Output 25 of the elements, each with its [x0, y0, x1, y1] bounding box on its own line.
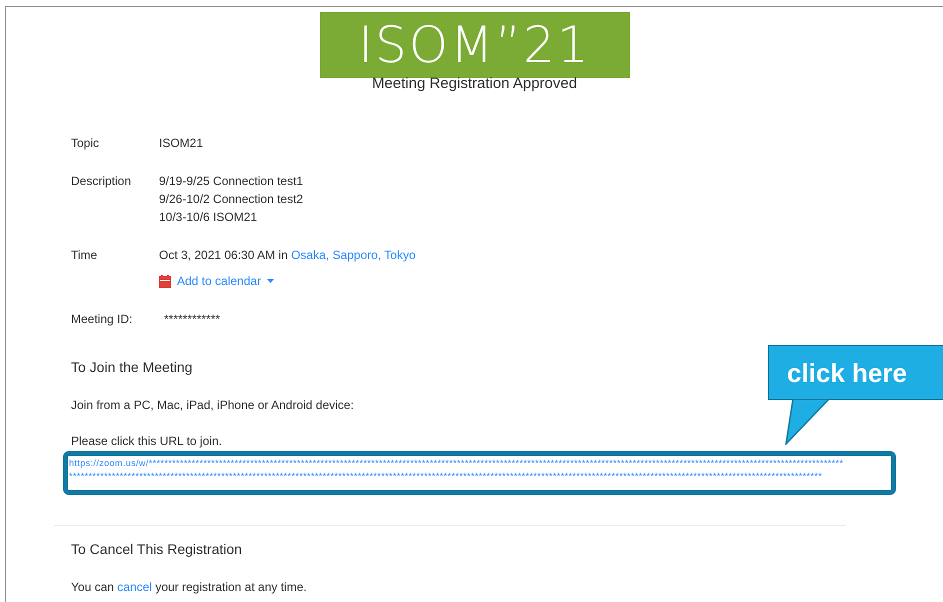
add-to-calendar-link[interactable]: Add to calendar [159, 272, 416, 290]
field-label: Topic [71, 135, 100, 152]
calendar-icon [159, 274, 171, 288]
section-title: To Join the Meeting [71, 358, 192, 376]
section-title: To Cancel This Registration [71, 540, 242, 558]
field-value: ISOM21 [159, 135, 204, 152]
field-value: 9/19-9/25 Connection test1 [159, 173, 304, 190]
timezone-link[interactable]: Osaka, Sapporo, Tokyo [291, 248, 416, 262]
join-instruction: Please click this URL to join. [71, 433, 222, 450]
field-label: Meeting ID: [71, 311, 134, 328]
join-url-link[interactable]: https://zoom.us/w/********************************************************************************************************************************************************************************** [69, 457, 844, 470]
field-value: ************ [164, 311, 220, 328]
cancel-text: You can cancel your registration at any time. [71, 579, 308, 596]
field-value: 10/3-10/6 ISOM21 [159, 209, 258, 226]
join-url-link[interactable]: ************************************************************************************************************************************************************************************************* [69, 470, 822, 483]
field-label: Time [71, 247, 98, 264]
logo: ISOM”21 [320, 12, 630, 78]
field-value: Oct 3, 2021 06:30 AM in Osaka, Sapporo, Tokyo [159, 247, 416, 264]
field-label: Description [71, 173, 132, 190]
caret-icon [267, 279, 274, 283]
cancel-link[interactable]: cancel [117, 580, 152, 594]
callout-text: click here [787, 360, 907, 386]
field-value: 9/26-10/2 Connection test2 [159, 191, 304, 208]
page-heading: Meeting Registration Approved [372, 76, 578, 92]
join-devices-text: Join from a PC, Mac, iPad, iPhone or Android device: [71, 397, 354, 414]
